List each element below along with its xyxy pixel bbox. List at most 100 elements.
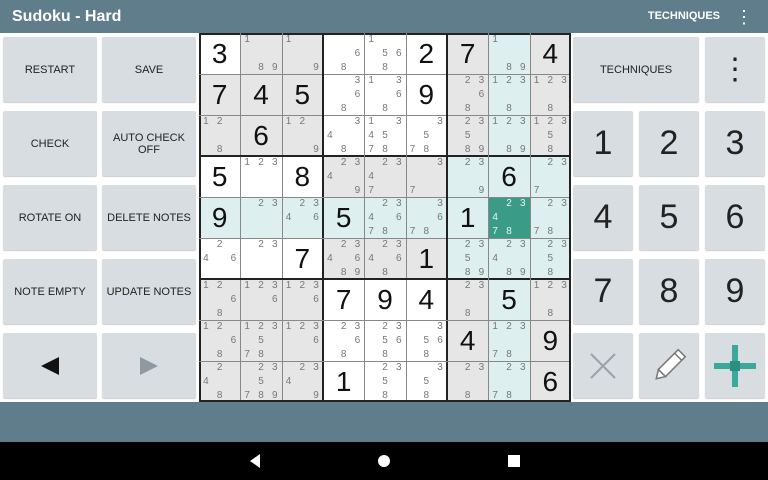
sudoku-cell[interactable]: 237 (529, 156, 571, 197)
sudoku-cell[interactable]: 4 (529, 33, 571, 74)
sudoku-cell[interactable]: 23 4 7 (364, 156, 406, 197)
sudoku-cell[interactable]: 368 (323, 74, 365, 115)
sudoku-cell[interactable]: 3 (199, 33, 241, 74)
sudoku-cell[interactable]: 36 78 (405, 197, 447, 238)
sudoku-cell[interactable]: 123 89 (488, 115, 530, 156)
sudoku-cell[interactable]: 68 (323, 33, 365, 74)
techniques-button[interactable]: TECHNIQUES (573, 37, 699, 102)
sudoku-cell[interactable]: 1236 (281, 320, 323, 361)
sudoku-cell[interactable]: 248 (199, 361, 241, 402)
sudoku-cell[interactable]: 235 89 (447, 115, 489, 156)
sudoku-cell[interactable]: 1568 (364, 33, 406, 74)
sudoku-cell[interactable]: 9 (529, 320, 571, 361)
sudoku-cell[interactable]: 9 (364, 279, 406, 320)
sudoku-cell[interactable]: 1 89 (488, 33, 530, 74)
note-empty-button[interactable]: NOTE EMPTY (3, 259, 97, 324)
sudoku-cell[interactable]: 7 (199, 74, 241, 115)
recents-square-icon[interactable] (505, 452, 523, 470)
sudoku-cell[interactable]: 2358 (529, 238, 571, 279)
sudoku-cell[interactable]: 23 4 78 (488, 197, 530, 238)
save-button[interactable]: SAVE (102, 37, 196, 102)
sudoku-cell[interactable]: 23 4 6 (281, 197, 323, 238)
next-button[interactable] (102, 333, 196, 398)
sudoku-cell[interactable]: 1268 (199, 279, 241, 320)
delete-notes-button[interactable]: DELETE NOTES (102, 185, 196, 250)
rotate-button[interactable]: ROTATE ON (3, 185, 97, 250)
sudoku-cell[interactable]: 2368 (323, 320, 365, 361)
techniques-menu-button[interactable]: TECHNIQUES (648, 10, 720, 22)
sudoku-cell[interactable]: 7 (323, 279, 365, 320)
sudoku-cell[interactable]: 1236 (240, 279, 282, 320)
sudoku-cell[interactable]: 2378 (529, 197, 571, 238)
crosshair-button[interactable] (705, 333, 765, 398)
sudoku-cell[interactable]: 8 (281, 156, 323, 197)
sudoku-cell[interactable]: 2 (405, 33, 447, 74)
sudoku-cell[interactable]: 1268 (199, 320, 241, 361)
sudoku-cell[interactable]: 2349 (281, 361, 323, 402)
sudoku-cell[interactable]: 23 489 (488, 238, 530, 279)
prev-button[interactable] (3, 333, 97, 398)
sudoku-cell[interactable]: 12358 (529, 115, 571, 156)
sudoku-cell[interactable]: 5 (323, 197, 365, 238)
sudoku-cell[interactable]: 9 (405, 74, 447, 115)
sudoku-cell[interactable]: 23 (240, 197, 282, 238)
sudoku-cell[interactable]: 6 (529, 361, 571, 402)
sudoku-cell[interactable]: 1 3 4578 (364, 115, 406, 156)
sudoku-cell[interactable]: 1 (323, 361, 365, 402)
sudoku-cell[interactable]: 6 (488, 156, 530, 197)
overflow-menu-icon[interactable]: ⋮ (734, 7, 754, 27)
sudoku-cell[interactable]: 3 48 (323, 115, 365, 156)
sudoku-cell[interactable]: 3568 (405, 320, 447, 361)
sudoku-cell[interactable]: 1238 (529, 74, 571, 115)
sudoku-cell[interactable]: 23568 (364, 320, 406, 361)
overflow-menu-icon[interactable]: ⋮ (705, 37, 765, 102)
number-button-9[interactable]: 9 (705, 259, 765, 324)
sudoku-cell[interactable]: 23 4 689 (323, 238, 365, 279)
pencil-button[interactable] (639, 333, 699, 398)
sudoku-cell[interactable]: 4 (447, 320, 489, 361)
sudoku-cell[interactable]: 1 (447, 197, 489, 238)
sudoku-cell[interactable]: 235789 (240, 361, 282, 402)
number-button-7[interactable]: 7 (573, 259, 633, 324)
home-circle-icon[interactable] (375, 452, 393, 470)
number-button-2[interactable]: 2 (639, 111, 699, 176)
sudoku-cell[interactable]: 4 (405, 279, 447, 320)
number-button-4[interactable]: 4 (573, 185, 633, 250)
auto-check-button[interactable]: AUTO CHECK OFF (102, 111, 196, 176)
sudoku-cell[interactable]: 123 78 (488, 320, 530, 361)
number-button-8[interactable]: 8 (639, 259, 699, 324)
sudoku-cell[interactable]: 7 (281, 238, 323, 279)
sudoku-cell[interactable]: 235 89 (447, 238, 489, 279)
restart-button[interactable]: RESTART (3, 37, 97, 102)
sudoku-cell[interactable]: 23 4 68 (364, 238, 406, 279)
number-button-5[interactable]: 5 (639, 185, 699, 250)
sudoku-cell[interactable]: 23 (240, 238, 282, 279)
sudoku-cell[interactable]: 1 368 (364, 74, 406, 115)
sudoku-cell[interactable]: 23 9 (447, 156, 489, 197)
sudoku-cell[interactable]: 2358 (364, 361, 406, 402)
sudoku-cell[interactable]: 5 (488, 279, 530, 320)
sudoku-cell[interactable]: 358 (405, 361, 447, 402)
sudoku-cell[interactable]: 5 (281, 74, 323, 115)
sudoku-cell[interactable]: 4 (240, 74, 282, 115)
sudoku-cell[interactable]: 2378 (488, 361, 530, 402)
back-triangle-icon[interactable] (246, 452, 264, 470)
sudoku-cell[interactable]: 19 (281, 33, 323, 74)
sudoku-cell[interactable]: 2368 (447, 74, 489, 115)
check-button[interactable]: CHECK (3, 111, 97, 176)
sudoku-cell[interactable]: 12 9 (281, 115, 323, 156)
sudoku-cell[interactable]: 7 (447, 33, 489, 74)
sudoku-cell[interactable]: 2349 (323, 156, 365, 197)
sudoku-cell[interactable]: 23 4 6 78 (364, 197, 406, 238)
sudoku-cell[interactable]: 6 (240, 115, 282, 156)
sudoku-cell[interactable]: 1 (405, 238, 447, 279)
sudoku-cell[interactable]: 5 (199, 156, 241, 197)
number-button-1[interactable]: 1 (573, 111, 633, 176)
sudoku-cell[interactable]: 123 (240, 156, 282, 197)
sudoku-cell[interactable]: 3578 (405, 115, 447, 156)
sudoku-cell[interactable]: 1236 (281, 279, 323, 320)
sudoku-cell[interactable]: 1238 (529, 279, 571, 320)
update-notes-button[interactable]: UPDATE NOTES (102, 259, 196, 324)
clear-button[interactable] (573, 333, 633, 398)
sudoku-cell[interactable]: 1 89 (240, 33, 282, 74)
